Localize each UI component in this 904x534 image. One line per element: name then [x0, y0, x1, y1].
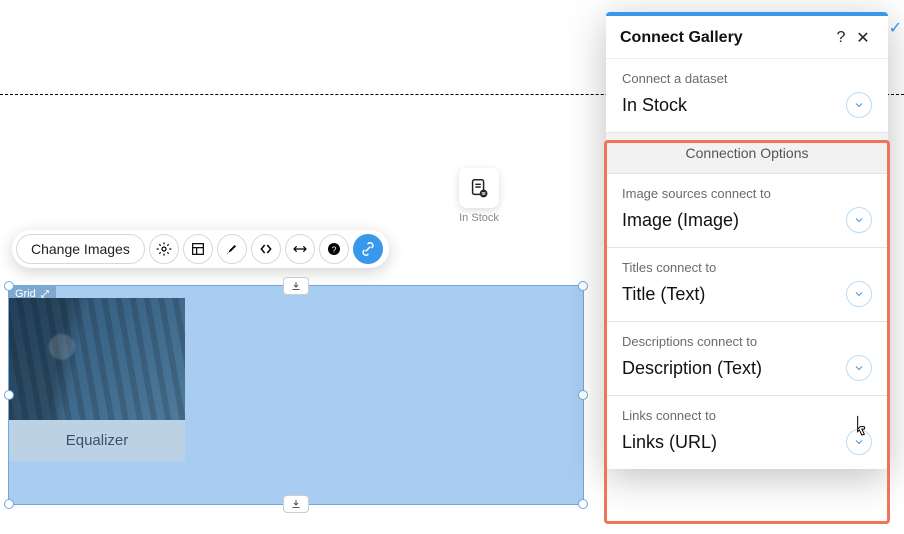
dataset-dropdown[interactable] [846, 92, 872, 118]
panel-close-button[interactable]: ✕ [852, 28, 874, 48]
document-database-icon [468, 177, 490, 199]
option-dropdown[interactable] [846, 281, 872, 307]
settings-button[interactable] [149, 234, 179, 264]
dataset-value: In Stock [622, 95, 846, 116]
gear-icon [156, 241, 172, 257]
chevron-down-icon [853, 288, 865, 300]
resize-handle[interactable] [578, 281, 588, 291]
option-value: Image (Image) [622, 210, 846, 231]
dataset-canvas-icon[interactable] [459, 168, 499, 208]
attach-top-button[interactable] [283, 277, 309, 295]
option-row-title: Titles connect to Title (Text) [606, 248, 888, 322]
chevron-down-icon [853, 214, 865, 226]
chevrons-icon [258, 241, 274, 257]
resize-handle[interactable] [4, 390, 14, 400]
gallery-selection[interactable]: Grid Equalizer [8, 285, 584, 505]
resize-handle[interactable] [4, 281, 14, 291]
option-row-description: Descriptions connect to Description (Tex… [606, 322, 888, 396]
gallery-toolbar: Change Images ? [12, 230, 389, 268]
attach-bottom-button[interactable] [283, 495, 309, 513]
data-connect-icon [360, 241, 376, 257]
change-images-button[interactable]: Change Images [16, 234, 145, 264]
download-icon [290, 498, 302, 510]
help-icon: ? [326, 241, 342, 257]
panel-title: Connect Gallery [620, 29, 830, 47]
card-caption: Equalizer [9, 420, 185, 461]
option-label: Links connect to [622, 408, 872, 423]
brush-icon [224, 241, 240, 257]
resize-handle[interactable] [578, 390, 588, 400]
chevron-down-icon [853, 436, 865, 448]
card-image [9, 298, 185, 420]
dataset-label: Connect a dataset [622, 71, 872, 86]
panel-header: Connect Gallery ? ✕ [606, 16, 888, 59]
option-value: Links (URL) [622, 432, 846, 453]
help-button[interactable]: ? [319, 234, 349, 264]
panel-help-button[interactable]: ? [830, 29, 852, 47]
resize-handle[interactable] [4, 499, 14, 509]
connect-gallery-panel: Connect Gallery ? ✕ Connect a dataset In… [606, 12, 888, 469]
design-button[interactable] [217, 234, 247, 264]
stretch-button[interactable] [285, 234, 315, 264]
gallery-card[interactable]: Equalizer [9, 298, 185, 461]
chevron-down-icon [853, 99, 865, 111]
checkmark-icon: ✓ [889, 18, 902, 38]
layout-icon [190, 241, 206, 257]
option-dropdown[interactable] [846, 207, 872, 233]
svg-text:?: ? [331, 244, 336, 254]
animation-button[interactable] [251, 234, 281, 264]
dataset-canvas-label: In Stock [459, 212, 499, 224]
chevron-down-icon [853, 362, 865, 374]
option-dropdown[interactable] [846, 429, 872, 455]
layout-button[interactable] [183, 234, 213, 264]
stretch-icon [292, 241, 308, 257]
option-label: Image sources connect to [622, 186, 872, 201]
download-icon [290, 280, 302, 292]
resize-handle[interactable] [578, 499, 588, 509]
option-label: Descriptions connect to [622, 334, 872, 349]
connect-data-button[interactable] [353, 234, 383, 264]
option-dropdown[interactable] [846, 355, 872, 381]
option-value: Title (Text) [622, 284, 846, 305]
dataset-section: Connect a dataset In Stock [606, 59, 888, 133]
option-row-image: Image sources connect to Image (Image) [606, 174, 888, 248]
connection-options-header: Connection Options [606, 133, 888, 174]
option-value: Description (Text) [622, 358, 846, 379]
option-label: Titles connect to [622, 260, 872, 275]
option-row-links: Links connect to Links (URL) [606, 396, 888, 469]
